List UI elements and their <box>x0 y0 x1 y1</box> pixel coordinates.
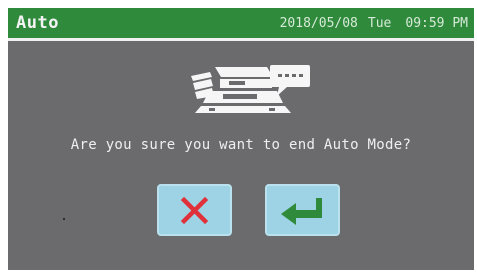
mode-title: Auto <box>16 13 59 33</box>
screen-speck <box>63 218 65 220</box>
auto-mode-screen: Auto 2018/05/08 Tue 09:59 PM Are you sur… <box>8 8 474 270</box>
date-text: 2018/05/08 <box>279 16 358 31</box>
enter-return-icon <box>281 198 322 225</box>
close-icon <box>180 196 209 225</box>
header-bar: Auto 2018/05/08 Tue 09:59 PM <box>8 8 474 41</box>
auto-mode-illustration <box>183 61 313 121</box>
confirm-message: Are you sure you want to end Auto Mode? <box>70 137 412 153</box>
confirm-end-button[interactable] <box>265 184 340 236</box>
speech-bubble-icon <box>270 65 310 96</box>
cancel-button[interactable] <box>157 184 232 236</box>
time-text: 09:59 PM <box>405 16 468 31</box>
datetime: 2018/05/08 Tue 09:59 PM <box>280 16 468 31</box>
day-text: Tue <box>367 16 392 31</box>
